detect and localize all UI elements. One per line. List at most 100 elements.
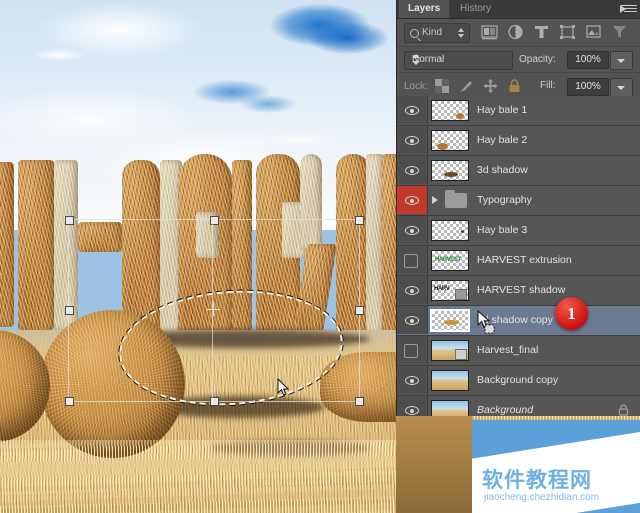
lock-position-icon[interactable] bbox=[483, 79, 498, 93]
layer-visibility-toggle[interactable] bbox=[397, 126, 428, 154]
eye-off-icon bbox=[404, 344, 418, 358]
layer-visibility-toggle[interactable] bbox=[397, 186, 428, 214]
layer-visibility-toggle[interactable] bbox=[397, 216, 428, 244]
panel-menu-icon[interactable] bbox=[620, 3, 637, 15]
tab-layers[interactable]: Layers bbox=[399, 0, 450, 18]
layer-visibility-toggle[interactable] bbox=[397, 246, 428, 274]
filter-kind-label: Kind bbox=[422, 27, 443, 38]
shape-filter-icon[interactable] bbox=[559, 24, 576, 40]
table-row[interactable]: Typography bbox=[397, 186, 640, 216]
lock-icon bbox=[618, 404, 629, 416]
lock-image-pixels-icon[interactable] bbox=[459, 79, 474, 93]
layer-list[interactable]: Hay bale 1 Hay bale 2 3d shadow Typograp… bbox=[397, 96, 640, 426]
watermark: jb51.net 软件教程网 jiaocheng.chezhidian.com bbox=[472, 420, 640, 513]
fill-label: Fill: bbox=[540, 80, 556, 91]
layer-name[interactable]: HARVEST shadow bbox=[477, 284, 565, 296]
move-cursor-icon bbox=[277, 378, 289, 396]
thumbnail-text: HARV bbox=[434, 286, 450, 292]
table-row[interactable]: HARV HARVEST shadow bbox=[397, 276, 640, 306]
opacity-dropdown-button[interactable] bbox=[610, 51, 633, 70]
tab-history[interactable]: History bbox=[451, 0, 501, 18]
layer-name[interactable]: Hay bale 2 bbox=[477, 134, 527, 146]
layer-name[interactable]: HARVEST extrusion bbox=[477, 254, 572, 266]
eye-icon bbox=[405, 286, 419, 295]
table-row[interactable]: Background copy bbox=[397, 366, 640, 396]
table-row[interactable]: Harvest_final bbox=[397, 336, 640, 366]
layer-name[interactable]: Typography bbox=[477, 194, 532, 206]
layer-thumbnail[interactable] bbox=[431, 100, 469, 121]
chevron-updown-icon[interactable] bbox=[412, 54, 420, 65]
eye-icon bbox=[405, 196, 419, 205]
layer-name[interactable]: Background bbox=[477, 404, 533, 416]
eye-icon bbox=[405, 316, 419, 325]
fill-value: 100% bbox=[575, 81, 601, 92]
table-row[interactable]: Hay bale 1 bbox=[397, 96, 640, 126]
layer-thumbnail[interactable] bbox=[430, 309, 470, 332]
table-row[interactable]: Hay bale 2 bbox=[397, 126, 640, 156]
layer-thumbnail[interactable] bbox=[431, 340, 469, 361]
table-row[interactable]: 3d shadow copy bbox=[397, 306, 640, 336]
bale-edge-fill bbox=[396, 416, 472, 513]
layer-effects-badge-icon bbox=[455, 349, 467, 360]
eye-icon bbox=[405, 166, 419, 175]
document-canvas[interactable] bbox=[0, 0, 396, 513]
eye-icon bbox=[405, 106, 419, 115]
layer-visibility-toggle[interactable] bbox=[397, 156, 428, 184]
type-filter-icon[interactable] bbox=[533, 24, 550, 40]
layer-thumbnail[interactable]: HARV bbox=[431, 280, 469, 301]
search-icon bbox=[410, 29, 419, 38]
status-badge: 1 bbox=[555, 297, 588, 330]
table-row[interactable]: HARVEST HARVEST extrusion bbox=[397, 246, 640, 276]
photoshop-window: Layers History Kind Normal Opacity: 100%… bbox=[0, 0, 640, 513]
eye-icon bbox=[405, 136, 419, 145]
layer-name[interactable]: 3d shadow bbox=[477, 164, 528, 176]
eye-icon bbox=[405, 406, 419, 415]
move-cursor-icon bbox=[477, 310, 495, 334]
badge-number: 1 bbox=[567, 304, 576, 323]
layer-visibility-toggle[interactable] bbox=[397, 306, 428, 334]
table-row[interactable]: 3d shadow bbox=[397, 156, 640, 186]
filter-toggle-icon[interactable] bbox=[611, 24, 628, 40]
eye-off-icon bbox=[404, 254, 418, 268]
layer-thumbnail[interactable] bbox=[431, 160, 469, 181]
opacity-label: Opacity: bbox=[519, 54, 556, 65]
eye-icon bbox=[405, 376, 419, 385]
thumbnail-text: HARVEST bbox=[435, 257, 461, 263]
layer-visibility-toggle[interactable] bbox=[397, 366, 428, 394]
layer-thumbnail[interactable] bbox=[431, 370, 469, 391]
blend-mode-select[interactable]: Normal bbox=[404, 51, 513, 70]
layer-visibility-toggle[interactable] bbox=[397, 96, 428, 124]
transform-reference-point[interactable] bbox=[206, 302, 220, 316]
chevron-right-icon[interactable] bbox=[432, 196, 438, 204]
layer-name[interactable]: Hay bale 3 bbox=[477, 224, 527, 236]
smart-object-badge-icon bbox=[455, 289, 467, 300]
adjustment-filter-icon[interactable] bbox=[507, 24, 524, 40]
watermark-site: jb51.net bbox=[554, 452, 598, 464]
layer-thumbnail[interactable] bbox=[431, 130, 469, 151]
folder-icon[interactable] bbox=[445, 190, 467, 208]
opacity-value: 100% bbox=[575, 54, 601, 65]
layer-thumbnail[interactable]: HARVEST bbox=[431, 250, 469, 271]
layer-name[interactable]: Harvest_final bbox=[477, 344, 538, 356]
opacity-input[interactable]: 100% bbox=[567, 51, 609, 69]
layer-filter-bar[interactable]: Kind bbox=[397, 19, 640, 47]
blend-mode-bar[interactable]: Normal Opacity: 100% bbox=[397, 47, 640, 73]
filter-kind-select[interactable]: Kind bbox=[404, 23, 470, 43]
lock-transparent-pixels-icon[interactable] bbox=[435, 79, 450, 93]
chevron-updown-icon[interactable] bbox=[458, 28, 465, 38]
layer-visibility-toggle[interactable] bbox=[397, 276, 428, 304]
fill-dropdown-button[interactable] bbox=[610, 78, 633, 97]
watermark-cn-text: 软件教程网 bbox=[482, 468, 592, 492]
lock-label: Lock: bbox=[404, 81, 428, 92]
pixel-filter-icon[interactable] bbox=[481, 24, 498, 40]
lock-all-icon[interactable] bbox=[507, 79, 522, 93]
layer-thumbnail[interactable] bbox=[431, 220, 469, 241]
fill-input[interactable]: 100% bbox=[567, 78, 609, 96]
panel-tab-bar: Layers History bbox=[397, 0, 640, 19]
smart-object-filter-icon[interactable] bbox=[585, 24, 602, 40]
layers-panel[interactable]: Layers History Kind Normal Opacity: 100%… bbox=[396, 0, 640, 426]
layer-visibility-toggle[interactable] bbox=[397, 336, 428, 364]
layer-name[interactable]: Hay bale 1 bbox=[477, 104, 527, 116]
layer-name[interactable]: Background copy bbox=[477, 374, 558, 386]
table-row[interactable]: Hay bale 3 bbox=[397, 216, 640, 246]
